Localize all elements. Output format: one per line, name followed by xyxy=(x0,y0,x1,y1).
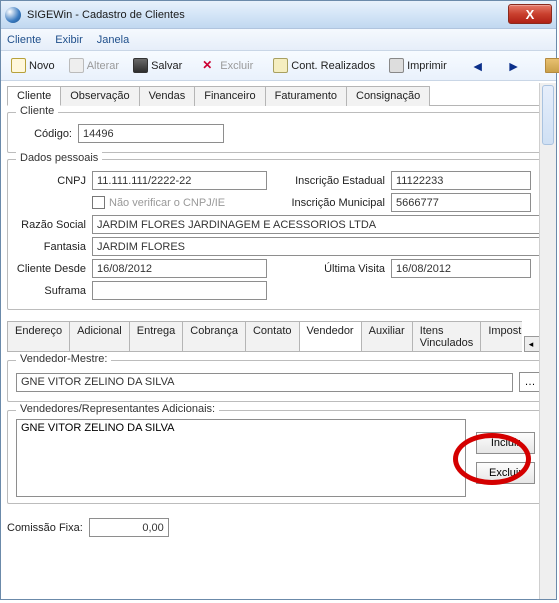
edit-icon xyxy=(69,58,84,73)
button-incluir[interactable]: Incluir xyxy=(476,432,535,454)
main-tabstrip: Cliente Observação Vendas Financeiro Fat… xyxy=(7,85,550,106)
input-cnpj[interactable] xyxy=(92,171,267,190)
save-icon xyxy=(133,58,148,73)
input-ie[interactable] xyxy=(391,171,531,190)
input-ultima[interactable] xyxy=(391,259,531,278)
checkbox-icon xyxy=(92,196,105,209)
scrollbar-thumb[interactable] xyxy=(542,85,554,145)
label-im: Inscrição Municipal xyxy=(273,197,385,209)
label-ie: Inscrição Estadual xyxy=(273,175,385,187)
legend-dados: Dados pessoais xyxy=(16,152,102,164)
input-comissao[interactable] xyxy=(89,518,169,537)
document-icon xyxy=(273,58,288,73)
new-icon xyxy=(11,58,26,73)
subtab-entrega[interactable]: Entrega xyxy=(129,321,184,352)
label-ultima: Última Visita xyxy=(273,263,385,275)
input-razao[interactable] xyxy=(92,215,541,234)
subtab-endereco[interactable]: Endereço xyxy=(7,321,70,352)
tab-consignacao[interactable]: Consignação xyxy=(346,86,430,106)
subtab-auxiliar[interactable]: Auxiliar xyxy=(361,321,413,352)
tab-vendas[interactable]: Vendas xyxy=(139,86,196,106)
print-icon xyxy=(389,58,404,73)
window-title: SIGEWin - Cadastro de Clientes xyxy=(27,9,185,21)
toolbar-fechar[interactable]: Fechar xyxy=(539,54,559,77)
tab-observacao[interactable]: Observação xyxy=(60,86,139,106)
content-area: Cliente Observação Vendas Financeiro Fat… xyxy=(1,81,556,537)
input-vendedor-mestre[interactable] xyxy=(16,373,513,392)
input-codigo[interactable] xyxy=(78,124,224,143)
label-desde: Cliente Desde xyxy=(16,263,86,275)
titlebar: SIGEWin - Cadastro de Clientes X xyxy=(1,1,556,29)
toolbar-novo[interactable]: Novo xyxy=(5,54,61,77)
close-icon: X xyxy=(526,7,535,22)
subtab-vendedor[interactable]: Vendedor xyxy=(299,321,362,352)
label-comissao: Comissão Fixa: xyxy=(7,522,83,534)
label-codigo: Código: xyxy=(16,128,72,140)
list-vendedores-adicionais[interactable]: GNE VITOR ZELINO DA SILVA xyxy=(16,419,466,497)
group-dados-pessoais: Dados pessoais CNPJ Inscrição Estadual N… xyxy=(7,159,550,310)
group-vendedor-mestre: Vendedor-Mestre: … xyxy=(7,360,550,402)
toolbar-imprimir[interactable]: Imprimir xyxy=(383,54,453,77)
toolbar-next[interactable]: ► xyxy=(497,54,531,78)
input-im[interactable] xyxy=(391,193,531,212)
input-suframa[interactable] xyxy=(92,281,267,300)
label-fantasia: Fantasia xyxy=(16,241,86,253)
checkbox-nao-verificar[interactable]: Não verificar o CNPJ/IE xyxy=(92,196,267,209)
delete-icon: ✕ xyxy=(202,58,217,73)
legend-vendedor-mestre: Vendedor-Mestre: xyxy=(16,353,111,365)
subtab-adicional[interactable]: Adicional xyxy=(69,321,130,352)
window-close-button[interactable]: X xyxy=(508,4,552,24)
toolbar-cont-realizados[interactable]: Cont. Realizados xyxy=(267,54,381,77)
label-suframa: Suframa xyxy=(16,285,86,297)
subtab-impostos[interactable]: Impost xyxy=(480,321,522,352)
toolbar-excluir[interactable]: ✕ Excluir xyxy=(196,54,259,77)
tab-cliente[interactable]: Cliente xyxy=(7,86,61,106)
subtabs-wrap: Endereço Adicional Entrega Cobrança Cont… xyxy=(7,320,550,352)
subtab-cobranca[interactable]: Cobrança xyxy=(182,321,246,352)
list-item[interactable]: GNE VITOR ZELINO DA SILVA xyxy=(21,422,461,434)
subtab-itens[interactable]: Itens Vinculados xyxy=(412,321,482,352)
button-excluir-adicional[interactable]: Excluir xyxy=(476,462,535,484)
menu-exibir[interactable]: Exibir xyxy=(55,34,83,46)
toolbar-alterar[interactable]: Alterar xyxy=(63,54,125,77)
menu-cliente[interactable]: Cliente xyxy=(7,34,41,46)
arrow-right-icon: ► xyxy=(503,58,525,74)
input-desde[interactable] xyxy=(92,259,267,278)
legend-vendedores-adicionais: Vendedores/Representantes Adicionais: xyxy=(16,403,219,415)
input-fantasia[interactable] xyxy=(92,237,541,256)
toolbar: Novo Alterar Salvar ✕ Excluir Cont. Real… xyxy=(1,51,556,81)
subtab-contato[interactable]: Contato xyxy=(245,321,300,352)
arrow-left-icon: ◄ xyxy=(467,58,489,74)
menubar: Cliente Exibir Janela xyxy=(1,29,556,51)
vertical-scrollbar[interactable] xyxy=(539,83,556,599)
label-razao: Razão Social xyxy=(16,219,86,231)
sub-tabstrip: Endereço Adicional Entrega Cobrança Cont… xyxy=(7,320,522,352)
door-icon xyxy=(545,58,559,73)
lookup-vendedor-mestre[interactable]: … xyxy=(519,372,541,392)
toolbar-salvar[interactable]: Salvar xyxy=(127,54,188,77)
app-window: SIGEWin - Cadastro de Clientes X Cliente… xyxy=(0,0,557,600)
tab-faturamento[interactable]: Faturamento xyxy=(265,86,347,106)
toolbar-prev[interactable]: ◄ xyxy=(461,54,495,78)
menu-janela[interactable]: Janela xyxy=(97,34,129,46)
label-cnpj: CNPJ xyxy=(16,175,86,187)
chevron-left-icon: ◂ xyxy=(525,337,537,351)
tab-financeiro[interactable]: Financeiro xyxy=(194,86,265,106)
ellipsis-icon: … xyxy=(525,376,536,388)
app-icon xyxy=(5,7,21,23)
group-cliente: Cliente Código: xyxy=(7,112,550,153)
group-vendedores-adicionais: Vendedores/Representantes Adicionais: GN… xyxy=(7,410,550,504)
legend-cliente: Cliente xyxy=(16,105,58,117)
